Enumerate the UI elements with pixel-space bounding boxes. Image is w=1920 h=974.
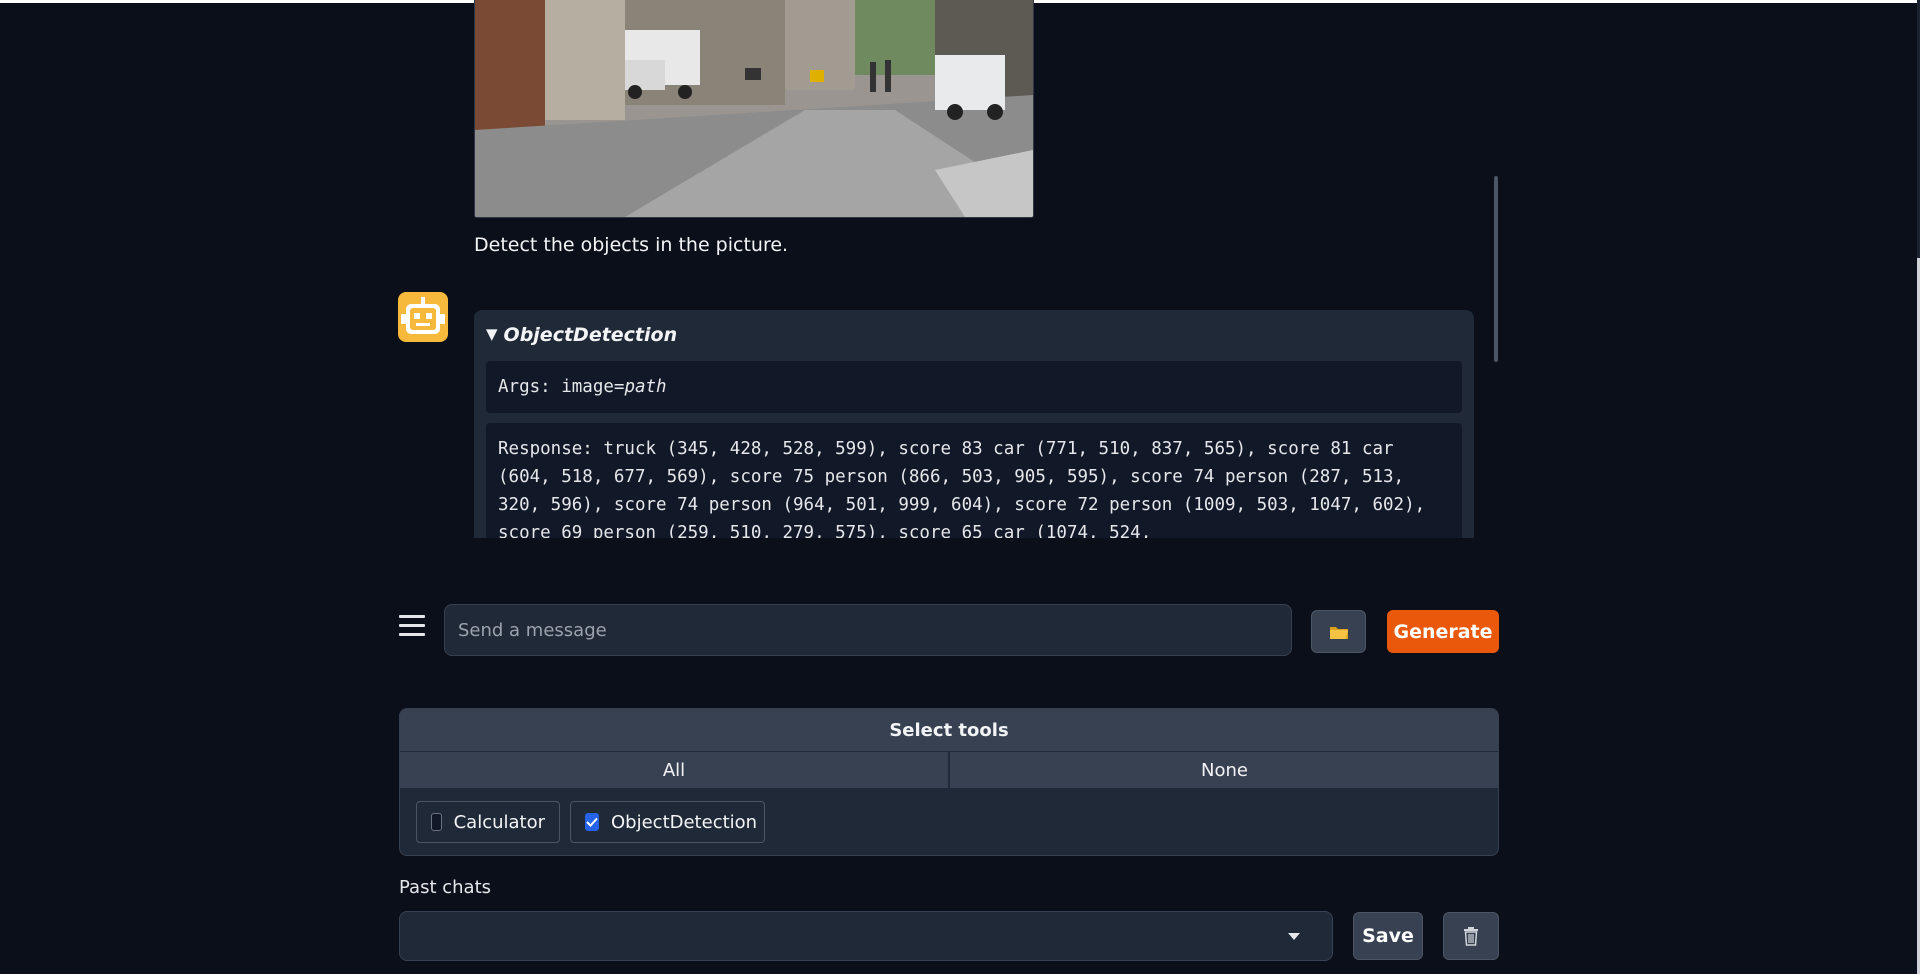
past-chats-label: Past chats <box>399 877 492 898</box>
select-no-tools-button[interactable]: None <box>950 751 1498 788</box>
save-button[interactable]: Save <box>1353 912 1423 960</box>
tool-call-toggle[interactable]: ▼ ObjectDetection <box>486 324 677 346</box>
tool-checkbox-calculator[interactable]: Calculator <box>416 801 560 843</box>
select-all-tools-button[interactable]: All <box>400 751 949 788</box>
tool-args-prefix: Args: image= <box>498 377 625 397</box>
robot-icon <box>398 292 448 342</box>
chat-scrollbar[interactable] <box>1494 176 1498 362</box>
generate-button[interactable]: Generate <box>1387 610 1499 653</box>
tool-args-value: path <box>624 377 667 397</box>
tool-response-box: Response: truck (345, 428, 528, 599), sc… <box>486 423 1462 538</box>
tool-call-name: ObjectDetection <box>503 324 678 346</box>
tool-response-text: Response: truck (345, 428, 528, 599), sc… <box>498 439 1436 538</box>
triangle-down-icon: ▼ <box>486 325 498 343</box>
tool-label-calculator: Calculator <box>453 811 545 833</box>
user-message-text: Detect the objects in the picture. <box>474 234 789 256</box>
tool-label-objectdetection: ObjectDetection <box>611 811 758 833</box>
hamburger-menu-icon[interactable] <box>399 615 425 641</box>
checkbox-checked-icon[interactable] <box>585 813 599 831</box>
bot-message: ▼ ObjectDetection Args: image=path Respon… <box>474 310 1474 538</box>
tool-checkbox-objectdetection[interactable]: ObjectDetection <box>570 801 765 843</box>
caret-down-icon <box>1288 933 1300 940</box>
chat-history: Detect the objects in the picture. ▼ Obje… <box>398 0 1498 538</box>
tool-args-box: Args: image=path <box>486 361 1462 413</box>
message-input[interactable] <box>444 604 1292 656</box>
delete-chat-button[interactable] <box>1443 912 1499 960</box>
select-tools-title: Select tools <box>400 709 1498 751</box>
select-tools-panel: Select tools All None Calculator ObjectD… <box>399 708 1499 856</box>
folder-icon <box>1329 626 1348 639</box>
checkbox-unchecked-icon[interactable] <box>431 813 442 831</box>
past-chats-dropdown[interactable] <box>399 911 1333 961</box>
user-uploaded-image <box>474 0 1034 218</box>
trash-icon <box>1464 927 1478 946</box>
upload-button[interactable] <box>1311 610 1366 653</box>
